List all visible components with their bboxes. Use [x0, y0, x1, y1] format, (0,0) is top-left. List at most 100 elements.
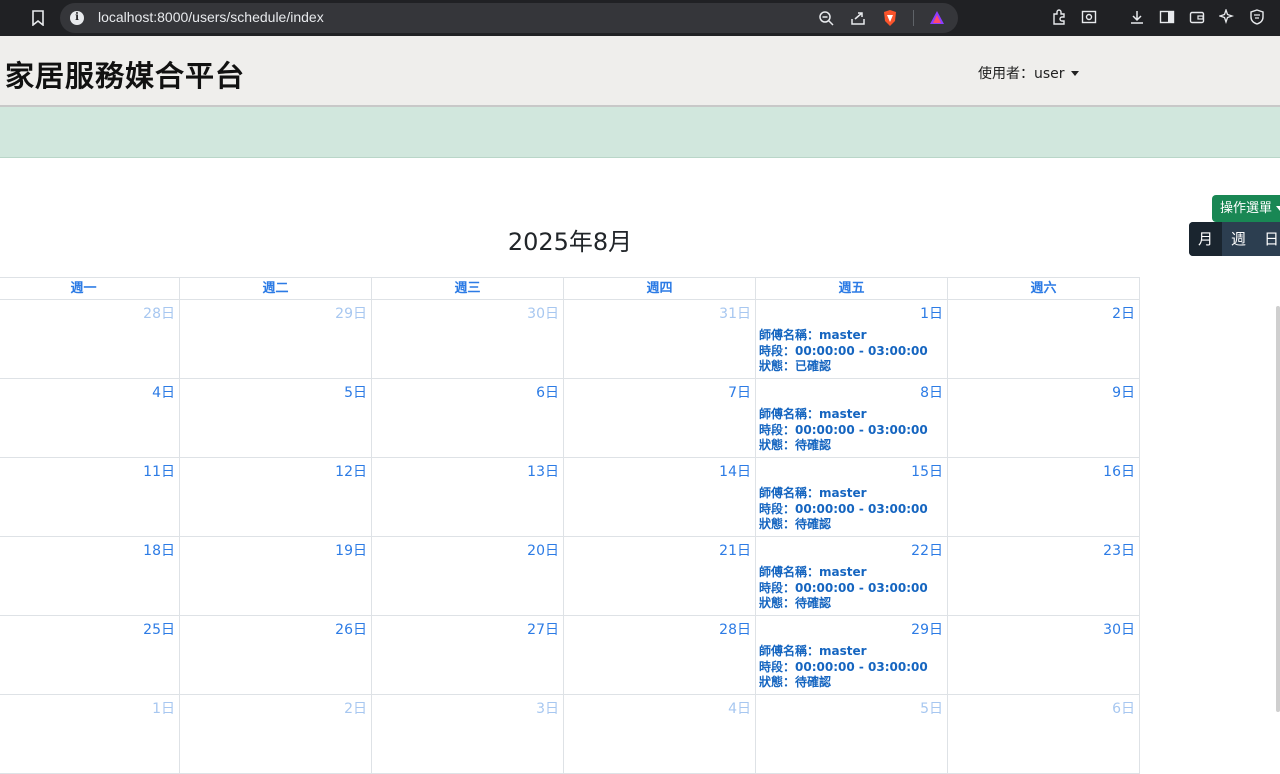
brave-shield-icon[interactable] — [881, 9, 899, 27]
calendar-day-cell[interactable]: 11日 — [0, 458, 180, 536]
share-icon[interactable] — [849, 9, 867, 27]
day-number[interactable]: 18日 — [143, 540, 175, 560]
day-number[interactable]: 2日 — [1112, 303, 1135, 323]
day-number[interactable]: 27日 — [527, 619, 559, 639]
day-number[interactable]: 30日 — [527, 303, 559, 323]
calendar-day-cell[interactable]: 9日 — [948, 379, 1140, 457]
calendar-day-cell[interactable]: 13日 — [372, 458, 564, 536]
day-number[interactable]: 12日 — [335, 461, 367, 481]
brave-rewards-icon[interactable] — [928, 9, 946, 27]
calendar-day-cell[interactable]: 19日 — [180, 537, 372, 615]
site-info-icon[interactable]: i — [70, 11, 84, 25]
day-number[interactable]: 16日 — [1103, 461, 1135, 481]
calendar-day-cell[interactable]: 2日 — [948, 300, 1140, 378]
day-number[interactable]: 13日 — [527, 461, 559, 481]
calendar-day-cell[interactable]: 3日 — [372, 695, 564, 773]
view-day-button[interactable]: 日 — [1255, 222, 1280, 256]
calendar-day-cell[interactable]: 26日 — [180, 616, 372, 694]
calendar-day-cell[interactable]: 2日 — [180, 695, 372, 773]
operations-menu-button[interactable]: 操作選單 — [1212, 195, 1280, 222]
schedule-event[interactable]: 師傅名稱：master 時段：00:00:00 - 03:00:00 狀態：待確認 — [759, 565, 928, 612]
calendar-day-cell[interactable]: 16日 — [948, 458, 1140, 536]
calendar-day-cell[interactable]: 8日師傅名稱：master 時段：00:00:00 - 03:00:00 狀態：待確… — [756, 379, 948, 457]
schedule-event[interactable]: 師傅名稱：master 時段：00:00:00 - 03:00:00 狀態：待確認 — [759, 486, 928, 533]
day-number[interactable]: 6日 — [536, 382, 559, 402]
calendar-day-cell[interactable]: 6日 — [372, 379, 564, 457]
day-number[interactable]: 8日 — [920, 382, 943, 402]
day-number[interactable]: 28日 — [143, 303, 175, 323]
day-number[interactable]: 3日 — [536, 698, 559, 718]
day-number[interactable]: 5日 — [920, 698, 943, 718]
day-number[interactable]: 11日 — [143, 461, 175, 481]
calendar-day-cell[interactable]: 15日師傅名稱：master 時段：00:00:00 - 03:00:00 狀態：待… — [756, 458, 948, 536]
day-number[interactable]: 6日 — [1112, 698, 1135, 718]
address-bar[interactable]: i localhost:8000/users/schedule/index — [60, 3, 958, 33]
day-number[interactable]: 2日 — [344, 698, 367, 718]
calendar-day-cell[interactable]: 20日 — [372, 537, 564, 615]
day-number[interactable]: 4日 — [152, 382, 175, 402]
zoom-icon[interactable] — [817, 9, 835, 27]
bookmark-icon[interactable] — [28, 8, 48, 28]
calendar-day-cell[interactable]: 29日師傅名稱：master 時段：00:00:00 - 03:00:00 狀態：待… — [756, 616, 948, 694]
scrollbar[interactable] — [1276, 306, 1280, 712]
calendar-day-cell[interactable]: 31日 — [564, 300, 756, 378]
calendar-day-cell[interactable]: 18日 — [0, 537, 180, 615]
day-number[interactable]: 7日 — [728, 382, 751, 402]
day-number[interactable]: 4日 — [728, 698, 751, 718]
calendar-day-cell[interactable]: 12日 — [180, 458, 372, 536]
calendar-day-cell[interactable]: 1日師傅名稱：master 時段：00:00:00 - 03:00:00 狀態：已確… — [756, 300, 948, 378]
day-number[interactable]: 9日 — [1112, 382, 1135, 402]
day-number[interactable]: 14日 — [719, 461, 751, 481]
calendar-day-cell[interactable]: 27日 — [372, 616, 564, 694]
user-dropdown[interactable]: 使用者：user — [978, 63, 1079, 83]
calendar-week-row: 18日 19日 20日 21日 22日 師傅名稱：master 時段：00:00:00 - … — [0, 537, 1140, 616]
calendar-day-cell[interactable]: 25日 — [0, 616, 180, 694]
calendar-day-cell[interactable]: 23日 — [948, 537, 1140, 615]
download-icon[interactable] — [1128, 8, 1146, 26]
calendar-day-cell[interactable]: 30日 — [948, 616, 1140, 694]
day-number[interactable]: 29日 — [911, 619, 943, 639]
view-month-button[interactable]: 月 — [1189, 222, 1222, 256]
day-number[interactable]: 28日 — [719, 619, 751, 639]
day-number[interactable]: 23日 — [1103, 540, 1135, 560]
wallet-icon[interactable] — [1188, 8, 1206, 26]
schedule-event[interactable]: 師傅名稱：master 時段：00:00:00 - 03:00:00 狀態：待確認 — [759, 407, 928, 454]
url-text[interactable]: localhost:8000/users/schedule/index — [98, 9, 324, 25]
leo-ai-icon[interactable] — [1218, 8, 1236, 26]
day-number[interactable]: 1日 — [152, 698, 175, 718]
sidebar-icon[interactable] — [1158, 8, 1176, 26]
view-week-button[interactable]: 週 — [1222, 222, 1255, 256]
schedule-event[interactable]: 師傅名稱：master 時段：00:00:00 - 03:00:00 狀態：已確認 — [759, 328, 928, 375]
calendar-day-cell[interactable]: 21日 — [564, 537, 756, 615]
day-number[interactable]: 26日 — [335, 619, 367, 639]
calendar-day-cell[interactable]: 6日 — [948, 695, 1140, 773]
calendar-day-cell[interactable]: 14日 — [564, 458, 756, 536]
calendar-day-cell[interactable]: 4日 — [564, 695, 756, 773]
day-number[interactable]: 25日 — [143, 619, 175, 639]
day-number[interactable]: 15日 — [911, 461, 943, 481]
day-number[interactable]: 20日 — [527, 540, 559, 560]
calendar-day-cell[interactable]: 28日 — [564, 616, 756, 694]
site-brand[interactable]: 家居服務媒合平台 — [5, 53, 245, 95]
calendar-day-cell[interactable]: 30日 — [372, 300, 564, 378]
day-number[interactable]: 21日 — [719, 540, 751, 560]
day-number[interactable]: 30日 — [1103, 619, 1135, 639]
calendar-day-cell[interactable]: 29日 — [180, 300, 372, 378]
day-number[interactable]: 22日 — [911, 540, 943, 560]
screenshot-icon[interactable] — [1080, 8, 1098, 26]
schedule-event[interactable]: 師傅名稱：master 時段：00:00:00 - 03:00:00 狀態：待確認 — [759, 644, 928, 691]
day-number[interactable]: 1日 — [920, 303, 943, 323]
day-number[interactable]: 29日 — [335, 303, 367, 323]
day-number[interactable]: 5日 — [344, 382, 367, 402]
day-number[interactable]: 19日 — [335, 540, 367, 560]
day-number[interactable]: 31日 — [719, 303, 751, 323]
vpn-icon[interactable] — [1248, 8, 1266, 26]
calendar-day-cell[interactable]: 4日 — [0, 379, 180, 457]
extensions-icon[interactable] — [1050, 8, 1068, 26]
calendar-day-cell[interactable]: 22日師傅名稱：master 時段：00:00:00 - 03:00:00 狀態：待… — [756, 537, 948, 615]
calendar-day-cell[interactable]: 5日 — [756, 695, 948, 773]
calendar-day-cell[interactable]: 28日 — [0, 300, 180, 378]
calendar-day-cell[interactable]: 7日 — [564, 379, 756, 457]
calendar-day-cell[interactable]: 1日 — [0, 695, 180, 773]
calendar-day-cell[interactable]: 5日 — [180, 379, 372, 457]
